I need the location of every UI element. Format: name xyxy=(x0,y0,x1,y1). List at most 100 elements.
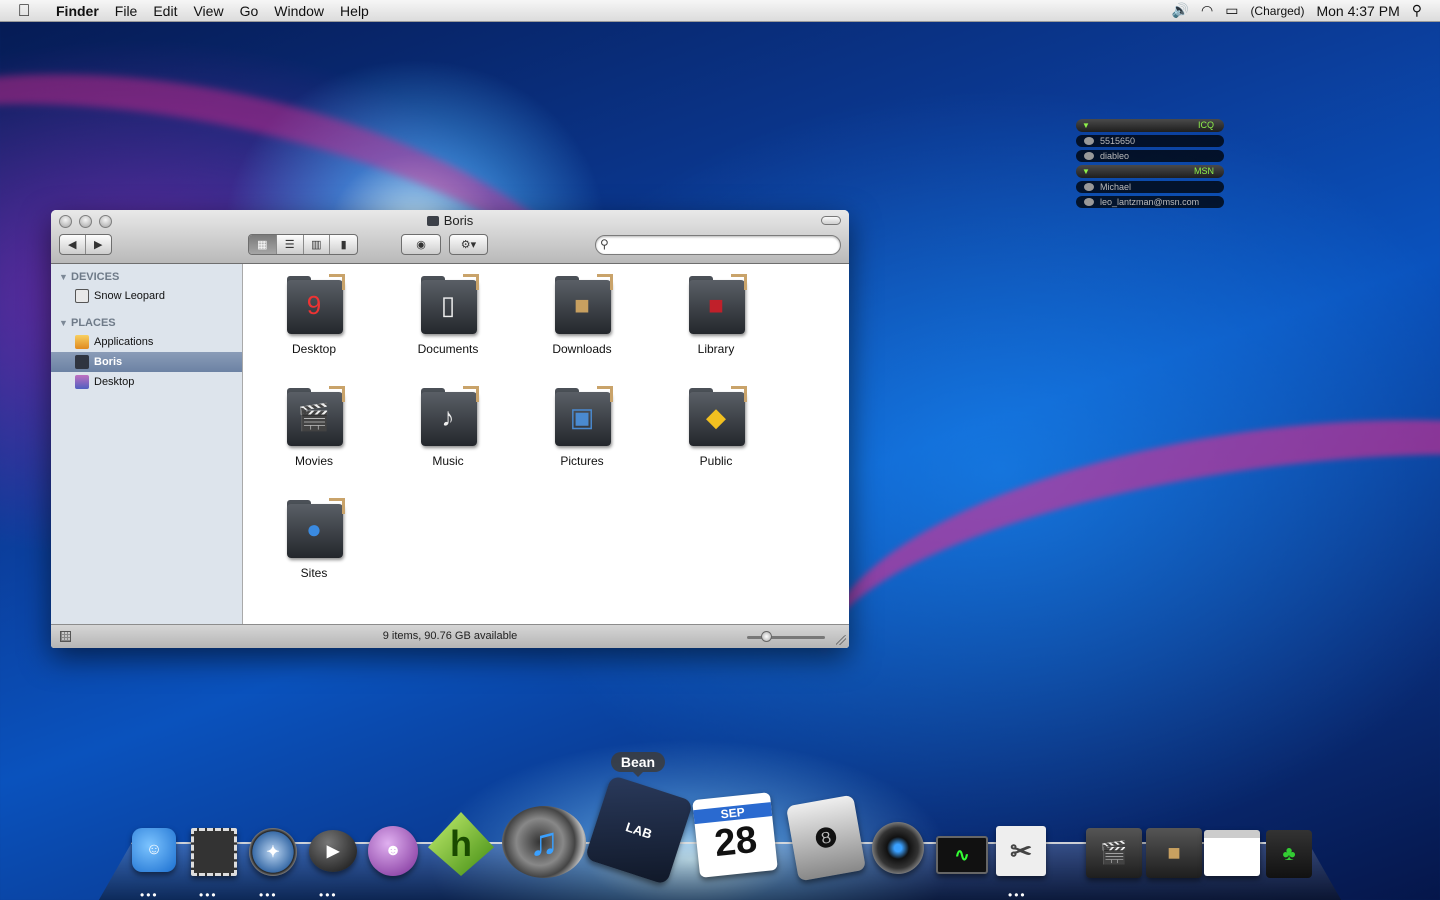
im-contact-name: leo_lantzman@msn.com xyxy=(1100,197,1200,207)
ical-icon[interactable]: SEP 28 xyxy=(692,792,778,878)
slider-knob[interactable] xyxy=(761,631,772,642)
search-field[interactable]: ⚲ xyxy=(595,235,841,255)
folder-documents[interactable]: ▯ Documents xyxy=(388,274,508,356)
folder-movies[interactable]: 🎬 Movies xyxy=(254,386,374,468)
sidebar-item-applications[interactable]: Applications xyxy=(51,332,242,352)
sidebar-item-label: Desktop xyxy=(94,376,135,388)
people-icon[interactable]: ☻ xyxy=(368,826,418,876)
wifi-icon[interactable]: ◠ xyxy=(1195,2,1219,19)
scissors-icon[interactable]: ✂ xyxy=(996,826,1046,876)
apple-menu-icon[interactable]:  xyxy=(0,1,48,21)
chat-bubble-icon xyxy=(1084,198,1094,206)
menu-window[interactable]: Window xyxy=(266,0,332,22)
running-indicator: ••• xyxy=(1008,888,1027,900)
quick-look-button[interactable]: ◉ xyxy=(401,234,441,255)
volume-icon[interactable]: 🔊 xyxy=(1166,2,1195,19)
forward-button[interactable]: ▶ xyxy=(86,235,111,254)
battery-icon[interactable]: ▭ xyxy=(1219,2,1244,19)
menu-app-finder[interactable]: Finder xyxy=(48,0,107,22)
search-input[interactable] xyxy=(616,238,831,250)
sidebar: ▼ DEVICES Snow Leopard ▼ PLACES Applicatio… xyxy=(51,264,243,624)
menu-file[interactable]: File xyxy=(107,0,146,22)
menu-help[interactable]: Help xyxy=(332,0,377,22)
folder-music[interactable]: ♪ Music xyxy=(388,386,508,468)
public-folder-icon: ◆ xyxy=(685,386,747,448)
running-indicator: ••• xyxy=(199,888,218,900)
im-contact[interactable]: 5515650 xyxy=(1076,135,1224,147)
folder-label: Documents xyxy=(417,342,479,356)
folder-label: Downloads xyxy=(552,342,612,356)
folder-desktop[interactable]: 9 Desktop xyxy=(254,274,374,356)
applications-icon xyxy=(75,335,89,349)
downloads-stack-icon[interactable]: ■ xyxy=(1146,828,1202,878)
im-contact-widget: ▼ ICQ 5515650 diableo ▼ MSN Michael leo_la… xyxy=(1076,117,1224,211)
sidebar-item-boris[interactable]: Boris xyxy=(51,352,242,372)
spotlight-icon[interactable]: ⚲ xyxy=(1406,2,1428,19)
menu-view[interactable]: View xyxy=(185,0,231,22)
im-group-msn[interactable]: ▼ MSN xyxy=(1076,165,1224,178)
clock[interactable]: Mon 4:37 PM xyxy=(1310,3,1405,19)
movies-stack-icon[interactable]: 🎬 xyxy=(1086,828,1142,878)
folder-pictures[interactable]: ▣ Pictures xyxy=(522,386,642,468)
chat-bubble-icon xyxy=(1084,183,1094,191)
game-controller-icon[interactable]: ❽ xyxy=(785,794,867,882)
dock-tooltip: Bean xyxy=(611,752,665,777)
folder-library[interactable]: ■ Library xyxy=(656,274,776,356)
im-contact[interactable]: Michael xyxy=(1076,181,1224,193)
home-folder-icon xyxy=(75,355,89,369)
running-indicator: ••• xyxy=(259,888,278,900)
activity-monitor-icon[interactable]: ∿ xyxy=(936,836,988,874)
resize-grip[interactable] xyxy=(836,635,846,645)
icon-view-button[interactable]: ▦ xyxy=(249,235,277,254)
status-text: 9 items, 90.76 GB available xyxy=(382,630,518,642)
column-view-button[interactable]: ▥ xyxy=(304,235,331,254)
im-group-icq[interactable]: ▼ ICQ xyxy=(1076,119,1224,132)
folder-label: Library xyxy=(697,342,735,356)
folder-sites[interactable]: ● Sites xyxy=(254,498,374,580)
disclosure-triangle-icon: ▼ xyxy=(59,272,68,282)
folder-label: Public xyxy=(699,454,733,468)
folder-public[interactable]: ◆ Public xyxy=(656,386,776,468)
home-folder-icon xyxy=(426,216,439,226)
ichat-icon[interactable]: ▶ xyxy=(309,830,357,872)
sidebar-item-desktop[interactable]: Desktop xyxy=(51,372,242,392)
library-folder-icon: ■ xyxy=(685,274,747,336)
preview-icon[interactable] xyxy=(1204,830,1260,876)
running-indicator: ••• xyxy=(140,888,159,900)
battery-status[interactable]: (Charged) xyxy=(1244,4,1310,18)
sidebar-item-snow-leopard[interactable]: Snow Leopard xyxy=(51,286,242,306)
icon-size-slider[interactable] xyxy=(747,636,825,639)
folder-label: Pictures xyxy=(560,454,604,468)
menu-go[interactable]: Go xyxy=(232,0,267,22)
camera-lens-icon[interactable] xyxy=(872,822,924,874)
list-view-button[interactable]: ☰ xyxy=(277,235,304,254)
sidebar-section-places[interactable]: ▼ PLACES xyxy=(51,314,242,332)
window-title-text: Boris xyxy=(443,213,474,228)
im-contact[interactable]: diableo xyxy=(1076,150,1224,162)
chat-bubble-icon xyxy=(1084,152,1094,160)
speaker-icon[interactable]: ♫ xyxy=(502,806,586,878)
coverflow-view-button[interactable]: ▮ xyxy=(330,235,357,254)
finder-icon[interactable]: ☺ xyxy=(132,828,176,872)
hard-drive-icon xyxy=(75,289,89,303)
window-title: Boris xyxy=(51,213,849,228)
status-bar: 9 items, 90.76 GB available xyxy=(51,624,849,648)
stamp-icon[interactable] xyxy=(191,828,237,876)
sidebar-item-label: Applications xyxy=(94,336,154,348)
gear-icon: ⚙▾ xyxy=(460,239,477,251)
sidebar-section-devices[interactable]: ▼ DEVICES xyxy=(51,268,242,286)
sidebar-section-label: PLACES xyxy=(71,317,116,329)
folder-downloads[interactable]: ■ Downloads xyxy=(522,274,642,356)
im-contact[interactable]: leo_lantzman@msn.com xyxy=(1076,196,1224,208)
action-menu-button[interactable]: ⚙▾ xyxy=(449,234,488,255)
toolbar-toggle-button[interactable] xyxy=(821,216,841,225)
safari-icon[interactable]: ✦ xyxy=(249,828,297,876)
pictures-folder-icon: ▣ xyxy=(551,386,613,448)
downloads-folder-icon: ■ xyxy=(551,274,613,336)
menu-edit[interactable]: Edit xyxy=(145,0,185,22)
back-button[interactable]: ◀ xyxy=(60,235,86,254)
folder-label: Music xyxy=(432,454,464,468)
view-mode-control: ▦ ☰ ▥ ▮ xyxy=(248,234,358,255)
sites-folder-icon: ● xyxy=(283,498,345,560)
trash-icon[interactable]: ♣ xyxy=(1266,830,1312,878)
